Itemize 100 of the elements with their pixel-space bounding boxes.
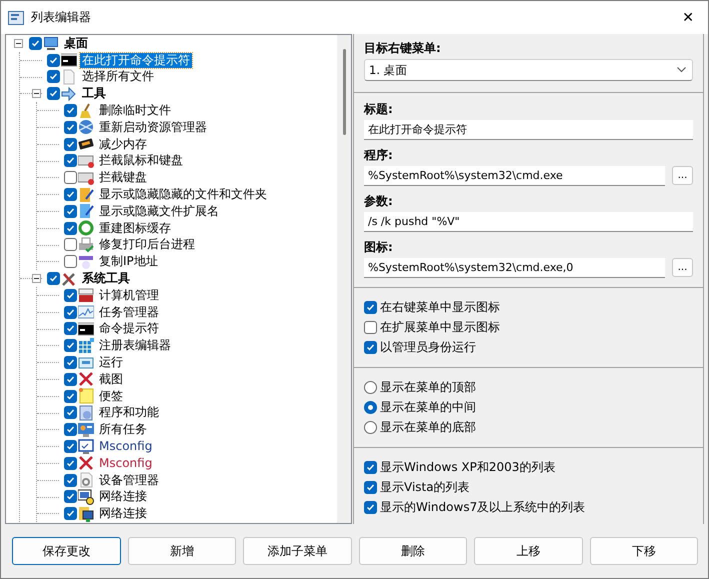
checkbox[interactable] [64, 288, 77, 302]
collapse-toggle[interactable] [32, 274, 41, 284]
tree-item[interactable]: 拦截键盘 [97, 170, 149, 186]
tree-item[interactable]: 注册表编辑器 [97, 338, 173, 354]
checkbox[interactable] [47, 70, 60, 84]
checkbox[interactable] [47, 54, 60, 67]
checkbox[interactable] [64, 188, 77, 202]
chart-icon [78, 304, 94, 320]
text-field[interactable]: /s /k pushd "%V" [364, 212, 693, 232]
tree-item[interactable]: 显示或隐藏文件扩展名 [97, 204, 221, 219]
tree-item[interactable]: 网络连接 [97, 489, 149, 504]
chevron-down-icon [677, 67, 686, 73]
checkbox[interactable] [64, 322, 77, 336]
collapse-toggle[interactable] [32, 89, 41, 98]
checkbox[interactable] [64, 456, 77, 470]
checkbox[interactable] [364, 320, 377, 334]
field-label: 目标右键菜单: [364, 41, 442, 56]
checkbox[interactable] [64, 490, 77, 504]
checkmark-icon [366, 502, 375, 512]
tree-item[interactable]: 截图 [97, 372, 125, 387]
arrow-icon [61, 86, 77, 102]
text-field[interactable]: %SystemRoot%\system32\cmd.exe,0 [364, 258, 665, 278]
checkbox[interactable] [64, 474, 77, 487]
collapse-toggle[interactable] [14, 39, 23, 48]
action-button[interactable]: 上移 [474, 537, 582, 565]
tree-item[interactable]: Msconfig [97, 456, 154, 471]
checkbox[interactable] [64, 339, 77, 352]
checkbox[interactable] [64, 104, 77, 118]
tree-item[interactable]: 系统工具 [80, 271, 132, 286]
checkbox[interactable] [364, 500, 377, 514]
tree-item[interactable]: Msconfig [97, 439, 154, 454]
document-icon [61, 68, 77, 85]
checkbox[interactable] [64, 390, 77, 403]
checkbox[interactable] [64, 423, 77, 436]
checkmark-icon [366, 342, 375, 352]
cross-icon [78, 455, 94, 472]
tree-item[interactable]: 重新启动资源管理器 [97, 120, 209, 135]
checkbox[interactable] [64, 171, 77, 184]
tree-item[interactable]: 拦截鼠标和键盘 [97, 153, 185, 168]
checkbox[interactable] [47, 272, 60, 286]
tree-item[interactable]: 减少内存 [97, 136, 149, 152]
browse-button[interactable]: ... [672, 166, 693, 185]
checkbox[interactable] [64, 372, 77, 386]
notepad-icon [78, 203, 94, 220]
tools-icon [61, 270, 77, 287]
tree-item[interactable]: 重建图标缓存 [97, 220, 173, 236]
checkbox[interactable] [29, 36, 42, 50]
checkbox[interactable] [64, 356, 77, 370]
checkbox[interactable] [64, 406, 77, 420]
checkbox[interactable] [64, 255, 77, 268]
printer-icon [78, 236, 94, 253]
radio-button[interactable] [364, 380, 377, 394]
option-label: 显示Windows XP和2003的列表 [380, 458, 556, 476]
checkbox[interactable] [64, 440, 77, 454]
menu-dropdown[interactable]: 1. 桌面 [364, 59, 693, 81]
checkbox[interactable] [64, 204, 77, 218]
browse-button[interactable]: ... [672, 258, 693, 277]
checkbox[interactable] [64, 138, 77, 151]
checkbox[interactable] [64, 120, 77, 134]
tree-item[interactable]: 工具 [80, 86, 108, 102]
checkbox[interactable] [364, 340, 377, 354]
option-label: 在右键菜单中显示图标 [380, 298, 500, 316]
checkbox[interactable] [364, 480, 377, 494]
sticky-note-icon [78, 388, 94, 404]
close-button[interactable]: ✕ [676, 8, 700, 28]
radio-button[interactable] [364, 400, 377, 414]
tree-item[interactable]: 修复打印后台进程 [97, 237, 197, 252]
radio-button[interactable] [364, 420, 377, 434]
text-field[interactable]: 在此打开命令提示符 [364, 120, 693, 140]
tree-item[interactable]: 网络连接 [97, 506, 149, 522]
tree-item[interactable]: 显示或隐藏隐藏的文件和文件夹 [97, 187, 269, 202]
tree-item[interactable]: 计算机管理 [97, 288, 161, 303]
action-button[interactable]: 添加子菜单 [243, 537, 352, 565]
tree-item[interactable]: 删除临时文件 [97, 103, 173, 118]
tree-item[interactable]: 选择所有文件 [80, 69, 156, 84]
tree-item[interactable]: 设备管理器 [97, 472, 161, 488]
tree-item[interactable]: 在此打开命令提示符 [80, 52, 192, 68]
text-field[interactable]: %SystemRoot%\system32\cmd.exe [364, 166, 665, 186]
tree-item[interactable]: 命令提示符 [97, 321, 161, 336]
scrollbar[interactable] [337, 35, 351, 523]
checkbox[interactable] [64, 238, 77, 252]
field-label: 标题: [364, 102, 394, 117]
tree-item[interactable]: 桌面 [62, 36, 90, 51]
action-button[interactable]: 删除 [358, 537, 467, 565]
tree-item[interactable]: 运行 [97, 355, 125, 370]
checkbox[interactable] [64, 306, 77, 319]
checkbox[interactable] [364, 460, 377, 474]
tree-item[interactable]: 程序和功能 [97, 405, 161, 420]
action-button[interactable]: 下移 [590, 537, 698, 565]
action-button[interactable]: 新增 [128, 537, 236, 565]
tree-item[interactable]: 便签 [97, 388, 125, 404]
checkbox[interactable] [364, 300, 377, 314]
tree-item[interactable]: 复制IP地址 [97, 254, 160, 270]
tree-item[interactable]: 任务管理器 [97, 304, 161, 320]
checkbox[interactable] [47, 87, 60, 100]
tree-item[interactable]: 所有任务 [97, 422, 149, 438]
action-button[interactable]: 保存更改 [12, 537, 120, 565]
checkbox[interactable] [64, 507, 77, 520]
checkbox[interactable] [64, 154, 77, 168]
checkbox[interactable] [64, 222, 77, 235]
